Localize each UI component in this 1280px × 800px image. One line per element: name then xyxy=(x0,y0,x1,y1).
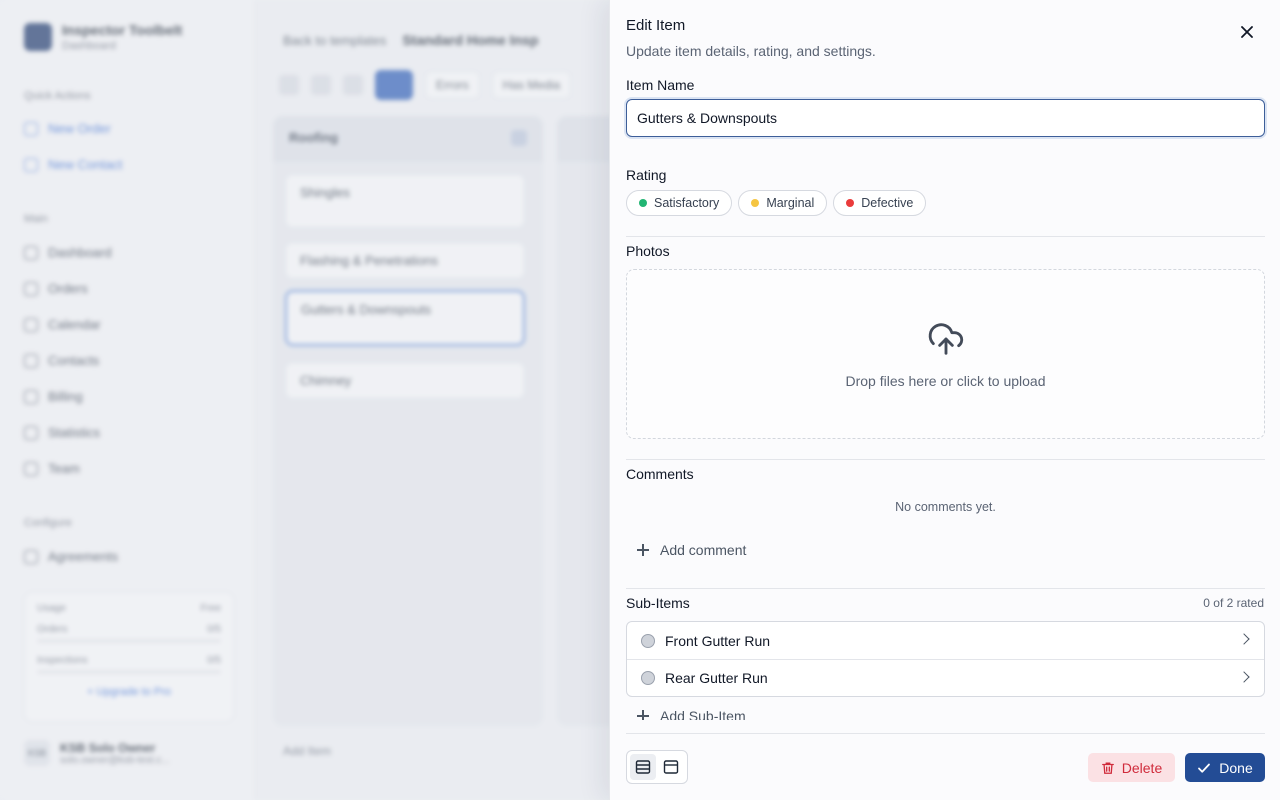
rating-defective-button[interactable]: Defective xyxy=(833,190,927,216)
subitems-rated-count: 0 of 2 rated xyxy=(1203,596,1264,610)
done-button[interactable]: Done xyxy=(1185,753,1265,782)
subitems-label: Sub-Items xyxy=(626,595,690,611)
subitems-list: Front Gutter Run Rear Gutter Run xyxy=(626,621,1265,697)
chevron-right-icon xyxy=(1238,671,1250,683)
dropzone-text: Drop files here or click to upload xyxy=(845,373,1046,389)
unrated-status-icon xyxy=(641,633,655,648)
divider xyxy=(626,588,1265,589)
red-dot-icon xyxy=(846,199,855,207)
delete-button[interactable]: Delete xyxy=(1088,753,1175,782)
sheet-title: Edit Item xyxy=(626,17,686,34)
subitem-row[interactable]: Front Gutter Run xyxy=(627,622,1264,659)
photos-label: Photos xyxy=(626,243,670,259)
footer-divider xyxy=(626,733,1265,734)
edit-item-sheet: Edit Item Update item details, rating, a… xyxy=(609,0,1280,800)
trash-icon xyxy=(1101,762,1114,774)
add-subitem-button[interactable]: Add Sub-Item xyxy=(636,706,746,720)
sheet-description: Update item details, rating, and setting… xyxy=(626,43,876,59)
photo-dropzone[interactable]: Drop files here or click to upload xyxy=(626,269,1265,439)
unrated-status-icon xyxy=(641,671,655,685)
check-icon xyxy=(1198,763,1211,773)
subitem-row[interactable]: Rear Gutter Run xyxy=(627,659,1264,696)
rating-marginal-button[interactable]: Marginal xyxy=(738,190,828,216)
list-layout-button[interactable] xyxy=(630,754,656,780)
plus-icon xyxy=(636,543,650,557)
rating-satisfactory-button[interactable]: Satisfactory xyxy=(626,190,733,216)
chevron-right-icon xyxy=(1238,633,1250,645)
no-comments-text: No comments yet. xyxy=(895,500,996,514)
plus-icon xyxy=(636,709,650,720)
divider xyxy=(626,236,1265,237)
close-icon xyxy=(1241,26,1253,38)
view-toggle xyxy=(626,750,688,784)
rating-options: Satisfactory Marginal Defective xyxy=(626,190,927,216)
panel-layout-icon xyxy=(663,760,679,774)
divider xyxy=(626,459,1265,460)
green-dot-icon xyxy=(639,199,647,207)
item-name-label: Item Name xyxy=(626,77,695,93)
item-name-input[interactable] xyxy=(626,99,1265,137)
list-layout-icon xyxy=(635,760,651,774)
panel-layout-button[interactable] xyxy=(658,754,684,780)
rating-label: Rating xyxy=(626,167,667,183)
cloud-upload-icon xyxy=(928,323,964,355)
close-button[interactable] xyxy=(1237,22,1257,42)
add-comment-button[interactable]: Add comment xyxy=(636,542,746,558)
yellow-dot-icon xyxy=(751,199,760,207)
comments-label: Comments xyxy=(626,466,694,482)
